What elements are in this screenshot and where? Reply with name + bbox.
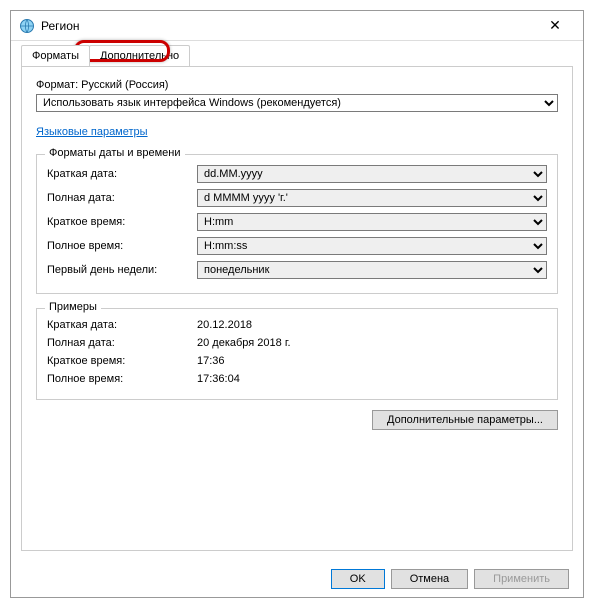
tab-content: Формат: Русский (Россия) Использовать яз… [21, 66, 573, 551]
format-select[interactable]: Использовать язык интерфейса Windows (ре… [36, 94, 558, 112]
short-time-select[interactable]: H:mm [197, 213, 547, 231]
ex-short-time-label: Краткое время: [47, 355, 197, 367]
tab-additional[interactable]: Дополнительно [89, 45, 190, 66]
cancel-button[interactable]: Отмена [391, 569, 468, 589]
long-date-label: Полная дата: [47, 192, 197, 204]
short-time-label: Краткое время: [47, 216, 197, 228]
short-date-select[interactable]: dd.MM.yyyy [197, 165, 547, 183]
examples-legend: Примеры [45, 301, 101, 313]
ex-short-date-value: 20.12.2018 [197, 319, 252, 331]
first-day-label: Первый день недели: [47, 264, 197, 276]
additional-params-button[interactable]: Дополнительные параметры... [372, 410, 558, 430]
long-time-label: Полное время: [47, 240, 197, 252]
language-settings-link[interactable]: Языковые параметры [36, 126, 148, 138]
long-date-select[interactable]: d MMMM yyyy 'г.' [197, 189, 547, 207]
format-label: Формат: Русский (Россия) [36, 79, 558, 91]
ex-long-date-label: Полная дата: [47, 337, 197, 349]
short-date-label: Краткая дата: [47, 168, 197, 180]
ex-long-date-value: 20 декабря 2018 г. [197, 337, 291, 349]
tab-bar: Форматы Дополнительно [11, 41, 583, 66]
ex-short-date-label: Краткая дата: [47, 319, 197, 331]
titlebar: Регион ✕ [11, 11, 583, 41]
long-time-select[interactable]: H:mm:ss [197, 237, 547, 255]
ex-long-time-value: 17:36:04 [197, 373, 240, 385]
tab-formats[interactable]: Форматы [21, 45, 90, 66]
window-title: Регион [41, 19, 535, 33]
ex-short-time-value: 17:36 [197, 355, 225, 367]
dialog-footer: OK Отмена Применить [11, 561, 583, 597]
datetime-formats-legend: Форматы даты и времени [45, 147, 185, 159]
apply-button[interactable]: Применить [474, 569, 569, 589]
region-dialog: Регион ✕ Форматы Дополнительно Формат: Р… [10, 10, 584, 598]
close-button[interactable]: ✕ [535, 17, 575, 34]
ex-long-time-label: Полное время: [47, 373, 197, 385]
ok-button[interactable]: OK [331, 569, 385, 589]
first-day-select[interactable]: понедельник [197, 261, 547, 279]
datetime-formats-group: Форматы даты и времени Краткая дата: dd.… [36, 154, 558, 294]
examples-group: Примеры Краткая дата: 20.12.2018 Полная … [36, 308, 558, 400]
globe-icon [19, 18, 35, 34]
